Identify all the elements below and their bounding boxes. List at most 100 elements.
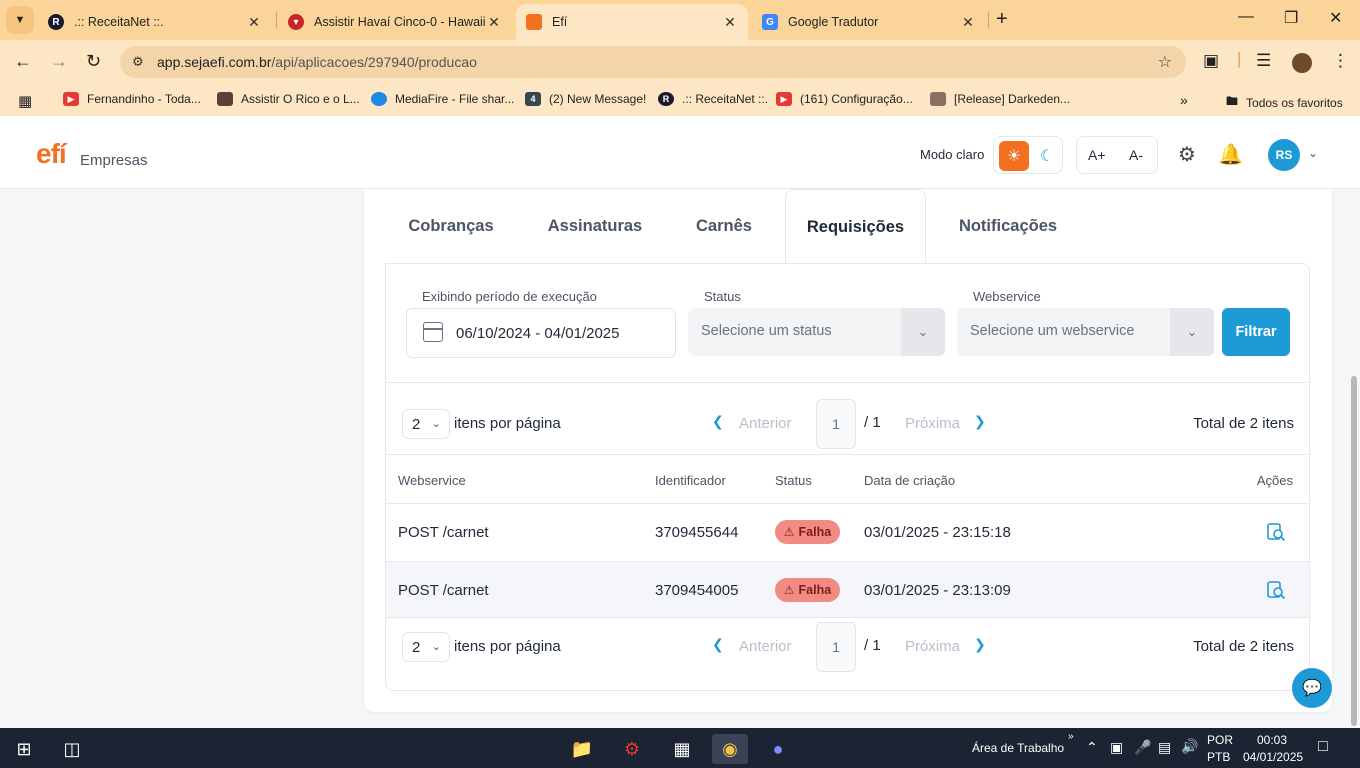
bookmark-item[interactable]: [Release] Darkeden...	[930, 92, 1070, 106]
sun-icon[interactable]: ☀	[999, 141, 1029, 171]
chevron-down-icon[interactable]: ⌄	[1308, 146, 1318, 160]
page-scrollbar[interactable]	[1351, 376, 1357, 726]
bookmark-item[interactable]: R.:: ReceitaNet ::.	[658, 92, 768, 106]
tab-assinaturas[interactable]: Assinaturas	[534, 189, 656, 263]
status-badge: ⚠ Falha	[775, 520, 840, 544]
file-explorer-icon[interactable]: 📁	[564, 734, 600, 764]
chevron-down-icon: ⌄	[1170, 308, 1214, 356]
media-controls-icon[interactable]: ☰	[1256, 51, 1271, 71]
site-settings-icon[interactable]: ⚙	[132, 54, 144, 70]
page-number-input[interactable]: 1	[816, 399, 856, 449]
more-icon[interactable]: »	[1068, 731, 1074, 742]
app-icon[interactable]: ⚙	[614, 734, 650, 764]
close-tab-icon[interactable]: ✕	[486, 14, 502, 31]
close-window-icon[interactable]: ✕	[1329, 8, 1342, 28]
url-path: /api/aplicacoes/297940/producao	[271, 54, 477, 70]
chat-support-button[interactable]: 💬	[1292, 668, 1332, 708]
tab-carnes[interactable]: Carnês	[678, 189, 770, 263]
chevron-down-icon: ▼	[14, 14, 26, 26]
filter-button[interactable]: Filtrar	[1222, 308, 1290, 356]
clock-time[interactable]: 00:03	[1257, 733, 1287, 747]
more-bookmarks-icon[interactable]: »	[1180, 92, 1188, 108]
bookmark-item[interactable]: 4 (2) New Message!	[525, 92, 646, 106]
chrome-icon[interactable]: ◉	[712, 734, 748, 764]
date-range-picker[interactable]: 06/10/2024 - 04/01/2025	[406, 308, 676, 358]
chevron-right-icon[interactable]: ❯	[974, 413, 986, 430]
network-icon[interactable]: ▣	[1110, 739, 1123, 756]
forum-icon: 4	[525, 92, 541, 106]
notification-center-icon[interactable]: □	[1318, 738, 1328, 756]
efi-logo[interactable]: efí	[36, 138, 67, 170]
chevron-up-icon[interactable]: ⌃	[1086, 739, 1098, 756]
font-increase-button[interactable]: A+	[1088, 147, 1106, 163]
tab-search-button[interactable]: ▼	[6, 6, 34, 34]
all-bookmarks-folder[interactable]: 🖿 Todos os favoritos	[1226, 92, 1343, 113]
browser-menu-icon[interactable]: ⋮	[1332, 51, 1349, 71]
tab-notificacoes[interactable]: Notificações	[941, 189, 1075, 263]
chevron-left-icon[interactable]: ❮	[712, 413, 724, 430]
theme-mode-label: Modo claro	[920, 147, 985, 162]
bookmark-item[interactable]: MediaFire - File shar...	[371, 92, 514, 106]
new-tab-icon[interactable]: +	[996, 8, 1008, 31]
per-page-select[interactable]: 2 ⌄	[402, 409, 450, 439]
input-layout[interactable]: PTB	[1207, 750, 1230, 764]
view-details-icon[interactable]	[1266, 522, 1286, 542]
browser-tab-receitanet[interactable]: R .:: ReceitaNet ::. ✕	[38, 4, 272, 40]
per-page-select[interactable]: 2 ⌄	[402, 632, 450, 662]
font-decrease-button[interactable]: A-	[1129, 147, 1143, 163]
minimize-icon[interactable]: —	[1238, 8, 1254, 26]
webservice-select[interactable]: Selecione um webservice ⌄	[957, 308, 1214, 356]
url-host: app.sejaefi.com.br	[157, 54, 272, 70]
page-number-input[interactable]: 1	[816, 622, 856, 672]
restore-icon[interactable]: ❐	[1284, 8, 1298, 28]
avatar[interactable]: RS	[1268, 139, 1300, 171]
app-icon[interactable]: ▦	[664, 734, 700, 764]
close-tab-icon[interactable]: ✕	[722, 14, 738, 31]
next-page-button[interactable]: Próxima	[905, 638, 960, 655]
apps-grid-icon[interactable]: ▦	[18, 92, 32, 110]
receitanet-icon: R	[658, 92, 674, 106]
forward-icon[interactable]: →	[50, 51, 68, 72]
windows-taskbar: ⊞ ◫ 📁 ⚙ ▦ ◉ ● Área de Trabalho » ⌃ ▣ 🎤 ▤…	[0, 728, 1360, 768]
clock-date[interactable]: 04/01/2025	[1243, 750, 1303, 764]
bookmark-item[interactable]: ▶ (161) Configuração...	[776, 92, 913, 106]
gear-icon[interactable]: ⚙	[1178, 142, 1196, 167]
browser-toolbar: ← → ↻ ⚙ app.sejaefi.com.br/api/aplicacoe…	[0, 40, 1360, 84]
tab-cobrancas[interactable]: Cobranças	[390, 189, 512, 263]
status-select[interactable]: Selecione um status ⌄	[688, 308, 945, 356]
volume-icon[interactable]: 🔊	[1181, 738, 1198, 755]
browser-tab-hawaii[interactable]: ▾ Assistir Havaí Cinco-0 - Hawaii Five-0…	[278, 4, 512, 40]
browser-tab-translate[interactable]: G Google Tradutor ✕	[752, 4, 986, 40]
close-tab-icon[interactable]: ✕	[246, 14, 262, 31]
app-header: efí Empresas Modo claro ☀ ☾ A+ A- ⚙ 🔔 RS…	[0, 116, 1360, 189]
address-bar[interactable]: ⚙ app.sejaefi.com.br/api/aplicacoes/2979…	[120, 46, 1186, 78]
next-page-button[interactable]: Próxima	[905, 415, 960, 432]
back-icon[interactable]: ←	[14, 51, 32, 72]
input-language[interactable]: POR	[1207, 733, 1233, 747]
view-details-icon[interactable]	[1266, 580, 1286, 600]
browser-tab-efi[interactable]: Efí ✕	[516, 4, 748, 40]
wifi-icon[interactable]: ▤	[1158, 739, 1171, 756]
close-tab-icon[interactable]: ✕	[960, 14, 976, 31]
discord-icon[interactable]: ●	[760, 734, 796, 764]
previous-page-button[interactable]: Anterior	[739, 638, 792, 655]
previous-page-button[interactable]: Anterior	[739, 415, 792, 432]
bookmark-item[interactable]: ▶ Fernandinho - Toda...	[63, 92, 201, 106]
site-favicon-icon: ▾	[288, 14, 304, 30]
task-view-icon[interactable]: ◫	[54, 734, 90, 764]
chevron-down-icon: ⌄	[431, 641, 441, 653]
microphone-icon[interactable]: 🎤	[1134, 739, 1151, 756]
desktop-toolbar-label[interactable]: Área de Trabalho	[972, 741, 1064, 755]
bell-icon[interactable]: 🔔	[1218, 142, 1243, 167]
windows-start-icon[interactable]: ⊞	[6, 734, 42, 764]
reload-icon[interactable]: ↻	[86, 51, 101, 72]
bookmark-star-icon[interactable]: ☆	[1158, 52, 1172, 72]
chevron-left-icon[interactable]: ❮	[712, 636, 724, 653]
moon-icon[interactable]: ☾	[1034, 142, 1060, 170]
chevron-right-icon[interactable]: ❯	[974, 636, 986, 653]
browser-profile-avatar[interactable]	[1292, 53, 1312, 73]
tab-requisicoes[interactable]: Requisições	[785, 189, 926, 264]
extensions-icon[interactable]: ▣	[1203, 51, 1219, 71]
bookmark-item[interactable]: Assistir O Rico e o L...	[217, 92, 360, 106]
pagination-top: 2 ⌄ itens por página ❮ Anterior 1 / 1 Pr…	[386, 382, 1309, 452]
